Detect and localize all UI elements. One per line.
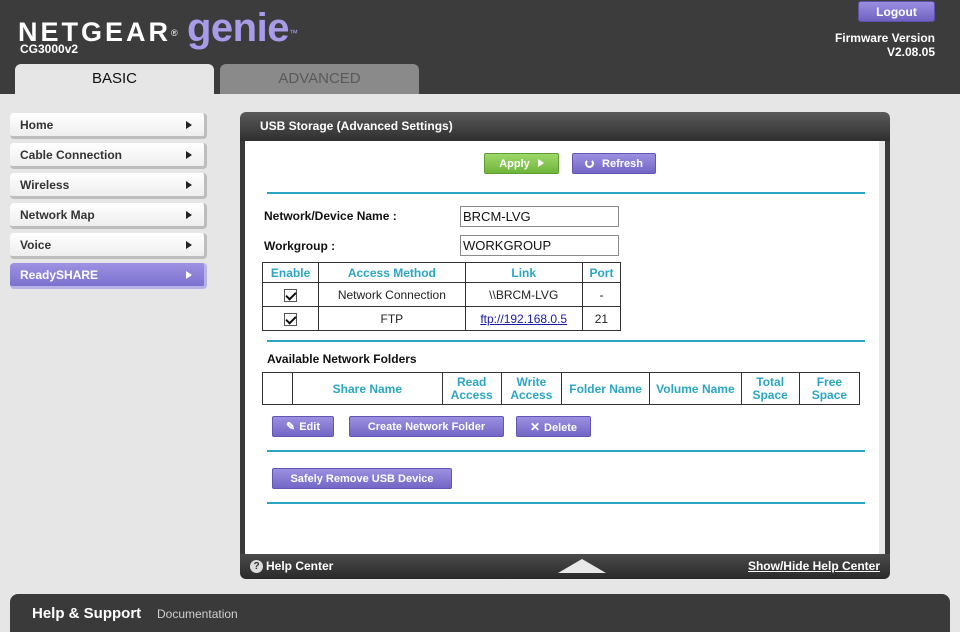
- arrow-right-icon: [186, 211, 192, 219]
- header-bar: NETGEAR® genie™ CG3000v2 Logout Firmware…: [0, 0, 960, 94]
- firmware-version-value: V2.08.05: [886, 45, 935, 59]
- sidebar-item-label: Wireless: [20, 178, 70, 192]
- column-header-access-method: Access Method: [318, 262, 466, 283]
- sidebar-item-wireless[interactable]: Wireless: [10, 173, 207, 199]
- device-name-input[interactable]: [460, 206, 619, 227]
- delete-button[interactable]: ✕ Delete: [516, 416, 591, 437]
- arrow-right-icon: [186, 271, 192, 279]
- sidebar-item-label: Voice: [20, 238, 52, 252]
- delete-button-label: Delete: [544, 422, 578, 434]
- column-header-enable: Enable: [261, 262, 320, 283]
- tab-advanced[interactable]: ADVANCED: [220, 64, 419, 94]
- sidebar-item-label: Cable Connection: [20, 148, 123, 162]
- available-network-folders-title: Available Network Folders: [267, 352, 417, 366]
- panel-scrollbar[interactable]: [879, 141, 885, 554]
- arrow-right-icon: [186, 181, 192, 189]
- enable-network-connection-checkbox[interactable]: [284, 288, 298, 302]
- table-header-row: Share Name Read Access Write Access Fold…: [261, 372, 861, 405]
- ftp-link[interactable]: ftp://192.168.0.5: [480, 312, 567, 326]
- help-center-bar: ? Help Center Show/Hide Help Center: [240, 554, 890, 579]
- divider: [267, 192, 865, 194]
- sidebar-item-label: Home: [20, 118, 54, 132]
- sidebar-item-network-map[interactable]: Network Map: [10, 203, 207, 229]
- brand-genie-text: genie: [187, 6, 289, 50]
- apply-button[interactable]: Apply: [484, 153, 559, 174]
- access-method-cell: FTP: [318, 306, 466, 331]
- show-hide-help-center-link[interactable]: Show/Hide Help Center: [748, 559, 880, 573]
- usb-storage-panel: USB Storage (Advanced Settings) Apply Re…: [240, 112, 890, 579]
- help-icon[interactable]: ?: [250, 560, 263, 573]
- divider: [267, 450, 865, 452]
- logout-button[interactable]: Logout: [858, 1, 935, 22]
- sidebar-item-label: Network Map: [20, 208, 95, 222]
- column-header-read-access: Read Access: [441, 372, 502, 405]
- sidebar-item-cable-connection[interactable]: Cable Connection: [10, 143, 207, 169]
- sidebar-item-label: ReadySHARE: [20, 268, 99, 282]
- firmware-version-label: Firmware Version: [834, 31, 935, 45]
- link-cell: ftp://192.168.0.5: [464, 306, 583, 331]
- column-header-total-space: Total Space: [740, 372, 800, 405]
- table-row: Network Connection \\BRCM-LVG -: [261, 282, 622, 307]
- network-folders-table: Share Name Read Access Write Access Fold…: [261, 372, 861, 405]
- play-icon: [537, 159, 544, 167]
- port-cell: -: [581, 282, 622, 307]
- column-header-folder-name: Folder Name: [560, 372, 651, 405]
- refresh-button[interactable]: Refresh: [572, 153, 656, 174]
- edit-button[interactable]: ✎ Edit: [272, 416, 334, 437]
- safely-remove-usb-button[interactable]: Safely Remove USB Device: [272, 468, 452, 489]
- help-center-label[interactable]: Help Center: [266, 559, 333, 573]
- panel-body: Apply Refresh Network/Device Name : Work…: [240, 141, 890, 554]
- column-header-select: [261, 372, 294, 405]
- enable-ftp-checkbox[interactable]: [284, 312, 298, 326]
- arrow-right-icon: [186, 121, 192, 129]
- workgroup-label: Workgroup :: [264, 239, 336, 253]
- expand-help-arrow-icon[interactable]: [558, 559, 606, 573]
- arrow-right-icon: [186, 241, 192, 249]
- port-cell: 21: [581, 306, 622, 331]
- divider: [267, 502, 865, 504]
- table-row: FTP ftp://192.168.0.5 21: [261, 306, 622, 331]
- arrow-right-icon: [186, 151, 192, 159]
- enable-cell: [261, 306, 320, 331]
- edit-button-label: Edit: [299, 421, 320, 433]
- tab-basic[interactable]: BASIC: [15, 64, 214, 94]
- workgroup-input[interactable]: [460, 235, 619, 256]
- create-network-folder-button[interactable]: Create Network Folder: [349, 416, 504, 437]
- table-header-row: Enable Access Method Link Port: [261, 262, 622, 283]
- column-header-free-space: Free Space: [798, 372, 861, 405]
- model-name: CG3000v2: [20, 42, 79, 56]
- column-header-port: Port: [581, 262, 622, 283]
- refresh-icon: [584, 159, 594, 168]
- column-header-volume-name: Volume Name: [649, 372, 742, 405]
- column-header-share-name: Share Name: [292, 372, 443, 405]
- device-name-label: Network/Device Name :: [264, 209, 397, 223]
- apply-button-label: Apply: [499, 158, 530, 170]
- column-header-link: Link: [464, 262, 583, 283]
- sidebar-item-voice[interactable]: Voice: [10, 233, 207, 259]
- help-support-link[interactable]: Help & Support: [32, 605, 141, 622]
- close-icon: ✕: [529, 420, 541, 434]
- sidebar-item-home[interactable]: Home: [10, 113, 207, 139]
- refresh-button-label: Refresh: [602, 158, 644, 170]
- documentation-link[interactable]: Documentation: [157, 607, 238, 621]
- panel-title: USB Storage (Advanced Settings): [240, 112, 890, 141]
- enable-cell: [261, 282, 320, 307]
- footer-bar: Help & Support Documentation: [10, 594, 950, 632]
- pencil-icon: ✎: [286, 421, 296, 433]
- access-method-table: Enable Access Method Link Port Network C…: [261, 262, 622, 331]
- column-header-write-access: Write Access: [500, 372, 562, 405]
- netgear-genie-logo: NETGEAR® genie™: [18, 6, 298, 50]
- divider: [267, 340, 865, 342]
- sidebar-item-readyshare[interactable]: ReadySHARE: [10, 263, 207, 289]
- access-method-cell: Network Connection: [318, 282, 466, 307]
- link-cell: \\BRCM-LVG: [464, 282, 583, 307]
